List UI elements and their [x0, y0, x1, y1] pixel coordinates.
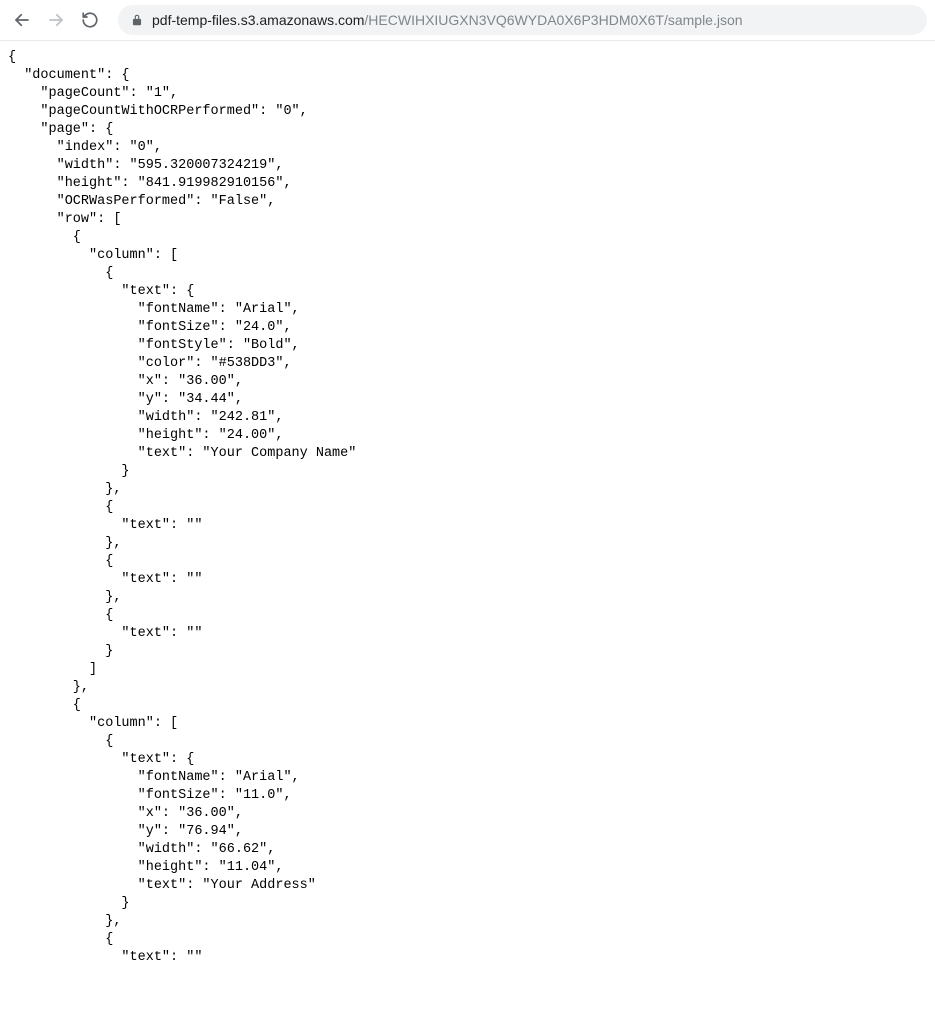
- arrow-right-icon: [47, 11, 65, 29]
- lock-icon: [130, 13, 144, 27]
- url-path: /HECWIHXIUGXN3VQ6WYDA0X6P3HDM0X6T/sample…: [364, 12, 742, 28]
- reload-button[interactable]: [76, 6, 104, 34]
- browser-toolbar: pdf-temp-files.s3.amazonaws.com/HECWIHXI…: [0, 0, 935, 40]
- address-bar[interactable]: pdf-temp-files.s3.amazonaws.com/HECWIHXI…: [118, 5, 927, 35]
- back-button[interactable]: [8, 6, 36, 34]
- reload-icon: [81, 11, 99, 29]
- json-content: { "document": { "pageCount": "1", "pageC…: [0, 41, 935, 975]
- arrow-left-icon: [13, 11, 31, 29]
- forward-button[interactable]: [42, 6, 70, 34]
- url-domain: pdf-temp-files.s3.amazonaws.com: [152, 12, 364, 28]
- url-text: pdf-temp-files.s3.amazonaws.com/HECWIHXI…: [152, 12, 743, 28]
